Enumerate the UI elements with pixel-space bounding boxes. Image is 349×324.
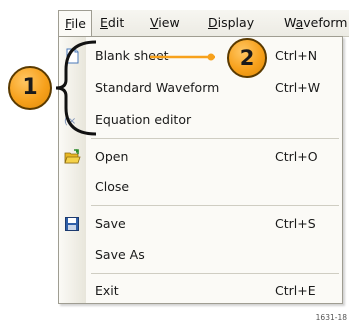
callout-1-bracket	[55, 40, 215, 136]
callout-1-number: 1	[22, 75, 38, 100]
figure-id: 1631-18	[315, 313, 347, 322]
callout-1-badge: 1	[8, 66, 52, 110]
callout-2-number: 2	[239, 46, 255, 70]
callout-2-badge: 2	[227, 38, 267, 78]
